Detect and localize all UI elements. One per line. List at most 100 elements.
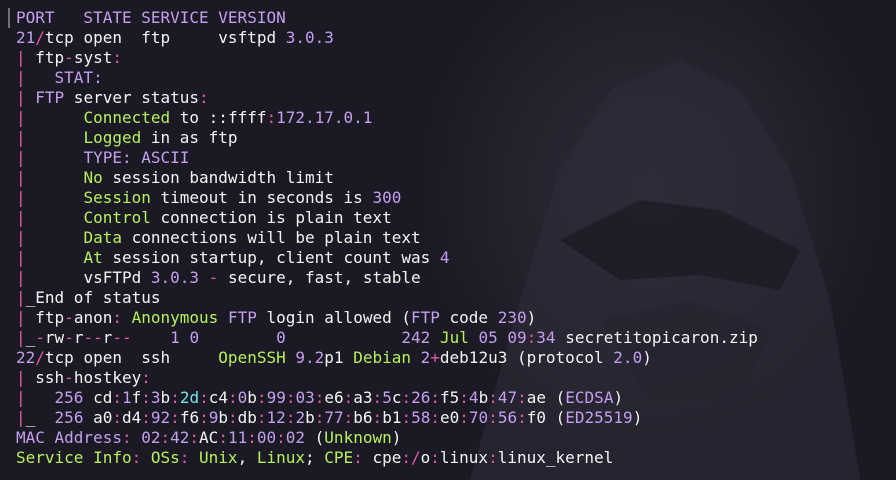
- text-segment: :: [430, 388, 441, 407]
- text-segment: ): [613, 388, 624, 407]
- text-segment: ,: [237, 448, 257, 467]
- terminal-line: |_ 256 a0:d4:92:f6:9b:db:12:2b:77:b6:b1:…: [16, 408, 758, 428]
- text-segment: e6: [324, 388, 344, 407]
- text-segment: ftp: [35, 48, 65, 67]
- text-segment: 42: [170, 428, 190, 447]
- text-segment: |: [16, 108, 84, 127]
- text-segment: FTP: [35, 88, 65, 107]
- text-segment: -: [199, 268, 228, 287]
- text-segment: |: [16, 268, 84, 287]
- text-segment: 0: [189, 328, 200, 347]
- text-segment: -: [64, 308, 74, 327]
- text-segment: [180, 328, 190, 347]
- text-segment: :: [121, 428, 142, 447]
- text-segment: e0: [440, 408, 460, 427]
- text-segment: c4: [208, 388, 228, 407]
- text-segment: 1: [121, 388, 132, 407]
- text-segment: |: [16, 68, 55, 87]
- text-segment: cpe: [372, 448, 402, 467]
- text-segment: a3: [353, 388, 373, 407]
- text-segment: :: [517, 408, 527, 427]
- terminal-line: MAC Address: 02:42:AC:11:00:02 (Unknown): [16, 428, 758, 448]
- text-segment: b: [305, 408, 315, 427]
- text-segment: |: [16, 48, 36, 67]
- text-segment: MAC Address: [16, 428, 122, 447]
- text-segment: r: [102, 328, 113, 347]
- terminal-line: | Logged in as ftp: [16, 128, 758, 148]
- text-segment: :: [343, 388, 354, 407]
- text-segment: 70: [468, 408, 489, 427]
- text-segment: f: [131, 388, 142, 407]
- text-segment: -: [64, 48, 74, 67]
- text-segment: :: [256, 408, 267, 427]
- text-segment: :: [285, 408, 296, 427]
- terminal-line: | Data connections will be plain text: [16, 228, 758, 248]
- text-segment: -: [64, 328, 74, 347]
- text-segment: 92: [150, 408, 171, 427]
- terminal-line: 22/tcp open ssh OpenSSH 9.2p1 Debian 2+d…: [16, 348, 758, 368]
- text-segment: OpenSSH: [218, 348, 286, 367]
- text-segment: :: [112, 48, 122, 67]
- terminal-line: |_End of status: [16, 288, 758, 308]
- text-segment: to ::ffff: [170, 108, 267, 127]
- text-segment: 21: [16, 28, 36, 47]
- text-segment: 1: [170, 328, 180, 347]
- text-segment: 3: [150, 388, 161, 407]
- text-segment: |: [16, 408, 26, 427]
- text-segment: secretitopicaron.zip: [555, 328, 758, 347]
- nmap-output: PORT STATE SERVICE VERSION 21/tcp open ft…: [16, 8, 758, 468]
- text-segment: 12: [266, 408, 286, 427]
- text-segment: :: [430, 408, 440, 427]
- text-segment: :: [218, 428, 228, 447]
- text-segment: 2: [420, 348, 431, 367]
- text-segment: [199, 328, 276, 347]
- text-segment: 4: [468, 388, 479, 407]
- text-segment: 9.2: [295, 348, 325, 367]
- text-segment: :: [276, 428, 286, 447]
- text-segment: linux_kernel: [497, 448, 614, 467]
- text-segment: :: [228, 408, 238, 427]
- text-segment: 2: [295, 408, 306, 427]
- text-segment: :: [170, 388, 180, 407]
- text-segment: ): [526, 308, 537, 327]
- text-segment: STAT:: [54, 68, 103, 87]
- terminal-line: | FTP server status:: [16, 88, 758, 108]
- text-segment: :: [343, 408, 354, 427]
- text-segment: 56: [497, 408, 518, 427]
- text-segment: :: [488, 408, 498, 427]
- text-segment: :: [179, 448, 200, 467]
- text-segment: 05: [478, 328, 498, 347]
- terminal-window[interactable]: PORT STATE SERVICE VERSION 21/tcp open ft…: [0, 0, 896, 480]
- text-segment: |: [16, 308, 36, 327]
- text-segment: Logged: [83, 128, 142, 147]
- text-segment: code: [439, 308, 498, 327]
- text-segment: :: [170, 408, 180, 427]
- text-segment: :: [247, 428, 257, 447]
- text-segment: |: [16, 248, 84, 267]
- text-segment: +: [430, 348, 440, 367]
- text-segment: b1: [382, 408, 402, 427]
- text-segment: cd: [83, 388, 113, 407]
- text-segment: Control: [83, 208, 151, 227]
- text-segment: [132, 328, 171, 347]
- text-segment: -: [64, 368, 74, 387]
- text-segment: AC: [199, 428, 219, 447]
- text-segment: 2d: [179, 388, 200, 407]
- text-segment: :: [488, 448, 498, 467]
- text-segment: hostkey: [73, 368, 142, 387]
- text-segment: b: [247, 388, 257, 407]
- text-segment: b: [160, 388, 171, 407]
- text-segment: |: [16, 288, 26, 307]
- text-segment: 4: [439, 248, 450, 267]
- terminal-line: | STAT:: [16, 68, 758, 88]
- text-segment: server status: [64, 88, 200, 107]
- text-segment: Unix: [199, 448, 238, 467]
- text-segment: d4: [122, 408, 142, 427]
- text-segment: 2.0: [613, 348, 643, 367]
- text-segment: f0 (: [526, 408, 566, 427]
- text-segment: b: [478, 388, 489, 407]
- text-segment: |: [16, 148, 84, 167]
- terminal-line: | At session startup, client count was 4: [16, 248, 758, 268]
- text-segment: :: [199, 88, 209, 107]
- terminal-line: |_-rw-r--r-- 1 0 0 242 Jul 05 09:34 secr…: [16, 328, 758, 348]
